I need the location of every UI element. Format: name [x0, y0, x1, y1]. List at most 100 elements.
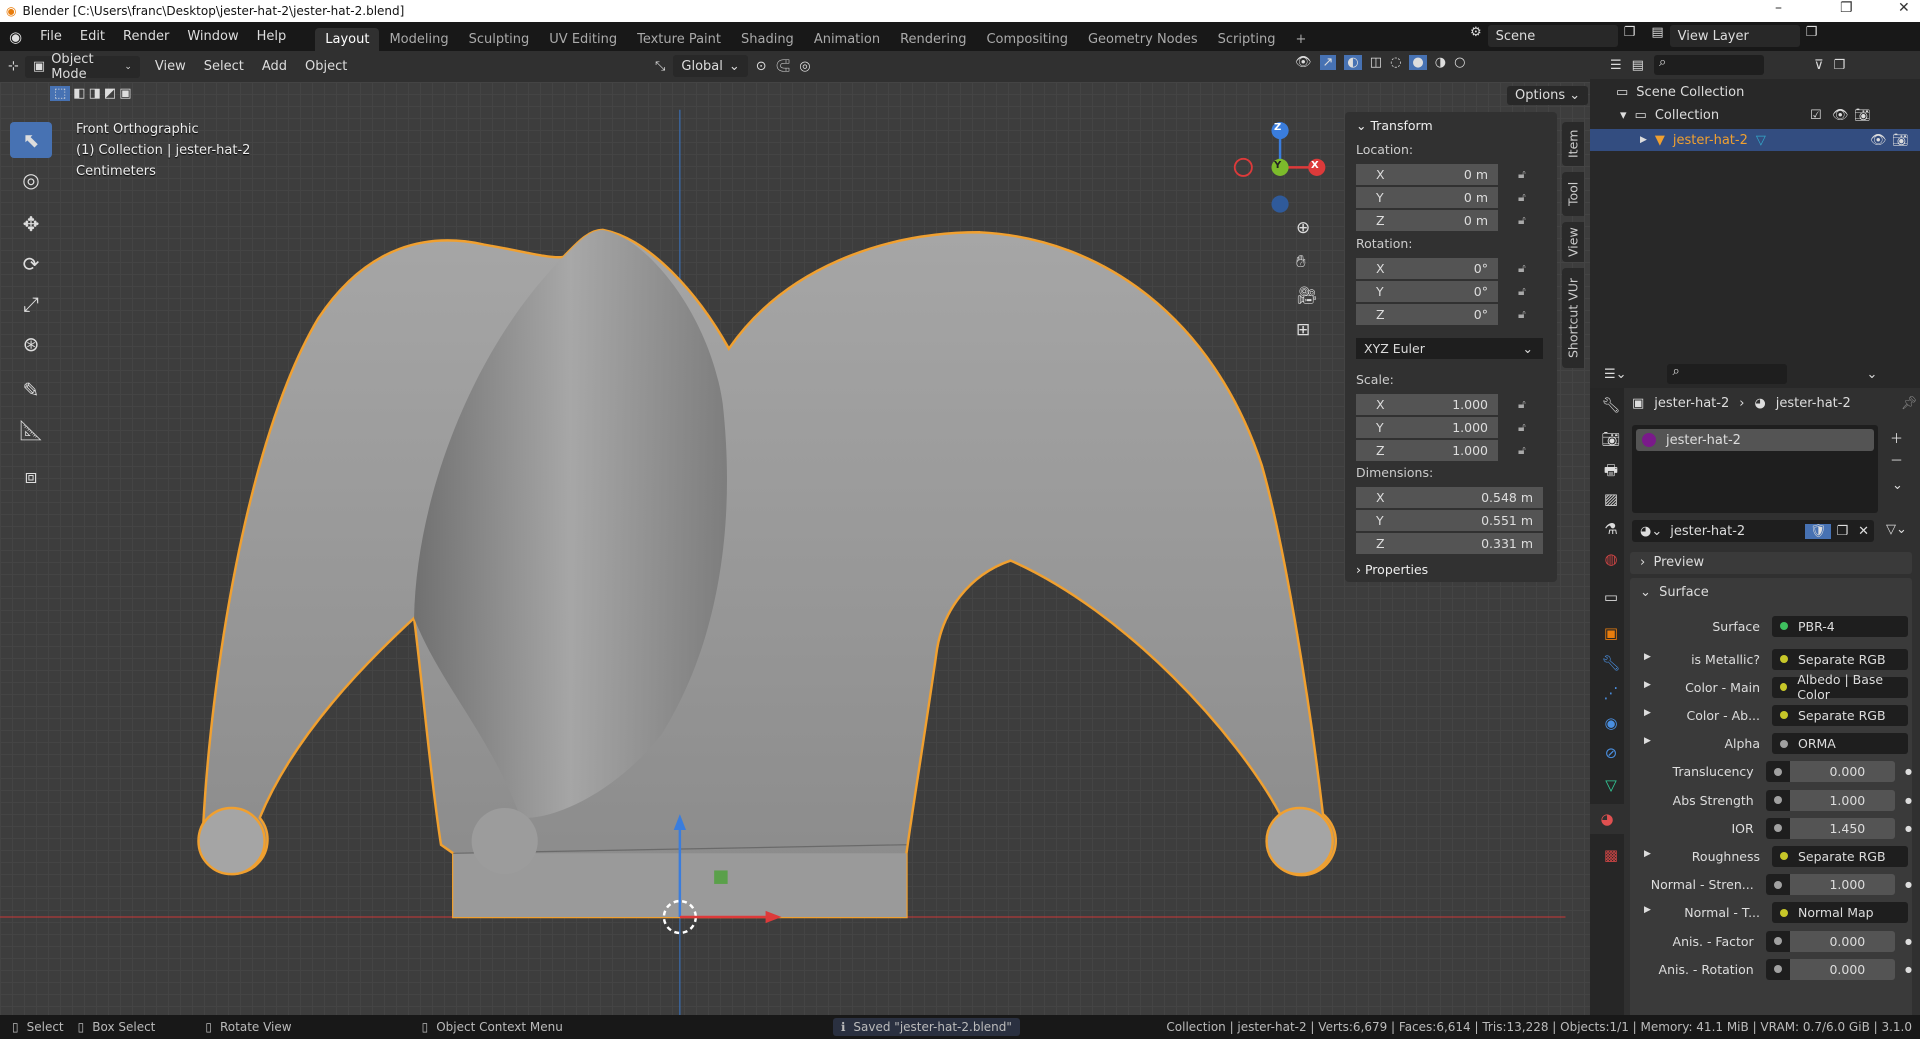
gizmo-x-label[interactable]: X — [1311, 160, 1319, 171]
collection-tab-icon[interactable]: ▭ — [1600, 588, 1622, 610]
socket-icon[interactable] — [1765, 817, 1790, 839]
material-tab-icon[interactable]: ◕ — [1590, 804, 1624, 834]
input-link-selector[interactable]: Albedo | Base Color — [1772, 672, 1908, 702]
add-cube-tool-icon[interactable]: ⧈ — [10, 458, 52, 494]
world-tab-icon[interactable]: ◍ — [1600, 550, 1622, 572]
material-slot[interactable]: jester-hat-2 — [1636, 429, 1874, 451]
workspace-tab-sculpting[interactable]: Sculpting — [459, 28, 540, 51]
outliner-display-mode-icon[interactable]: ☰ — [1610, 58, 1622, 73]
socket-icon[interactable] — [1765, 789, 1790, 811]
menu-render[interactable]: Render — [114, 29, 178, 44]
sidebar-tab-view[interactable]: View — [1562, 222, 1584, 262]
render-tab-icon[interactable]: 📷︎ — [1600, 430, 1622, 452]
annotate-tool-icon[interactable]: ✎ — [10, 372, 52, 408]
gizmo-y-label[interactable]: Y — [1274, 160, 1281, 171]
location-y-field[interactable]: Y 0 m — [1356, 187, 1498, 208]
input-link-selector[interactable]: PBR-4 — [1772, 615, 1908, 637]
measure-tool-icon[interactable]: 📐︎ — [10, 412, 52, 448]
select-intersect-icon[interactable]: ▣ — [119, 86, 131, 101]
menu-file[interactable]: File — [31, 29, 71, 44]
view-layer-selector[interactable]: View Layer — [1669, 25, 1800, 47]
socket-icon[interactable] — [1780, 908, 1788, 917]
rotation-z-field[interactable]: Z 0° — [1356, 304, 1498, 325]
workspace-tab-texture-paint[interactable]: Texture Paint — [627, 28, 731, 51]
outliner-filter-type-icon[interactable]: ▤ — [1632, 58, 1644, 73]
select-box-tool-icon[interactable]: ⬉ — [10, 122, 52, 158]
unlock-icon[interactable]: 🔓︎ — [1518, 190, 1526, 205]
checkbox-icon[interactable]: ☑ — [1810, 108, 1822, 123]
keyframe-dot-icon[interactable]: ● — [1905, 965, 1912, 974]
eye-icon[interactable]: 👁︎ — [1832, 108, 1849, 123]
sidebar-tab-tool[interactable]: Tool — [1562, 172, 1584, 216]
view-layer-tab-icon[interactable]: ▨ — [1600, 490, 1622, 512]
location-x-field[interactable]: X 0 m — [1356, 164, 1498, 185]
workspace-tab-shading[interactable]: Shading — [731, 28, 804, 51]
modifier-tab-icon[interactable]: 🔧︎ — [1600, 654, 1622, 676]
transform-tool-icon[interactable]: ⊛ — [10, 326, 52, 362]
workspace-tab-scripting[interactable]: Scripting — [1208, 28, 1286, 51]
render-camera-icon[interactable]: 📷︎ — [1892, 133, 1909, 148]
rotation-x-field[interactable]: X 0° — [1356, 258, 1498, 279]
move-tool-icon[interactable]: ✥ — [10, 206, 52, 242]
outliner-collection[interactable]: ▾ ▭ Collection ☑ 👁︎ 📷︎ — [1620, 108, 1920, 123]
pan-hand-icon[interactable]: ✋︎ — [1296, 252, 1318, 272]
outliner-object-row[interactable]: ▶ ▼ jester-hat-2 ▽ 👁︎ 📷︎ — [1590, 129, 1920, 151]
slot-specials-icon[interactable]: ⌄ — [1892, 478, 1903, 493]
add-slot-icon[interactable]: ＋ — [1890, 428, 1903, 447]
socket-icon[interactable] — [1765, 761, 1790, 783]
expand-triangle-icon[interactable]: ▶ — [1644, 652, 1651, 662]
material-name-input[interactable]: jester-hat-2 — [1670, 524, 1805, 539]
select-subtract-icon[interactable]: ◨ — [89, 86, 101, 101]
tool-tab-icon[interactable]: 🔧︎ — [1600, 396, 1622, 418]
scene-selector[interactable]: Scene — [1487, 25, 1618, 47]
workspace-tab-rendering[interactable]: Rendering — [890, 28, 976, 51]
socket-icon[interactable] — [1780, 683, 1788, 692]
options-button[interactable]: Options ⌄ — [1507, 86, 1589, 105]
scale-x-field[interactable]: X 1.000 — [1356, 394, 1498, 415]
dimensions-y-field[interactable]: Y 0.551 m — [1356, 510, 1543, 531]
menu-window[interactable]: Window — [178, 29, 247, 44]
input-link-selector[interactable]: Separate RGB — [1772, 648, 1908, 670]
dimensions-z-field[interactable]: Z 0.331 m — [1356, 533, 1543, 554]
input-link-selector[interactable]: Separate RGB — [1772, 704, 1908, 726]
keyframe-dot-icon[interactable]: ● — [1905, 824, 1912, 833]
remove-slot-icon[interactable]: － — [1890, 450, 1903, 469]
workspace-tab-layout[interactable]: Layout — [315, 28, 380, 51]
zoom-icon[interactable]: ⊕ — [1296, 218, 1318, 238]
new-scene-icon[interactable]: ❐ — [1624, 25, 1636, 47]
new-view-layer-icon[interactable]: ❐ — [1806, 25, 1818, 47]
view-layer-icon[interactable]: ▤ — [1651, 25, 1663, 47]
surface-panel-header[interactable]: ⌄ Surface — [1640, 582, 1709, 604]
gizmo-z-label[interactable]: Z — [1274, 122, 1281, 133]
socket-icon[interactable] — [1765, 958, 1790, 980]
constraints-tab-icon[interactable]: ⊘ — [1600, 744, 1622, 766]
unlock-icon[interactable]: 🔓︎ — [1518, 420, 1526, 435]
unlock-icon[interactable]: 🔓︎ — [1518, 284, 1526, 299]
properties-search-input[interactable]: ⌕ — [1666, 364, 1787, 384]
input-value-field[interactable]: 1.450 — [1765, 817, 1896, 839]
select-new-icon[interactable]: ⬚ — [50, 86, 71, 101]
unlock-icon[interactable]: 🔓︎ — [1518, 307, 1526, 322]
socket-icon[interactable] — [1765, 930, 1790, 952]
input-link-selector[interactable]: Normal Map — [1772, 902, 1908, 924]
input-link-selector[interactable]: ORMA — [1772, 733, 1908, 755]
sidebar-tab-item[interactable]: Item — [1562, 122, 1584, 166]
expand-icon[interactable]: ▾ — [1620, 108, 1627, 123]
ortho-grid-icon[interactable]: ⊞ — [1296, 320, 1318, 340]
rotate-tool-icon[interactable]: ⟳ — [10, 246, 52, 282]
texture-tab-icon[interactable]: ▩ — [1600, 846, 1622, 868]
keyframe-dot-icon[interactable]: ● — [1905, 937, 1912, 946]
socket-icon[interactable] — [1780, 622, 1788, 630]
socket-icon[interactable] — [1780, 655, 1788, 663]
rotation-y-field[interactable]: Y 0° — [1356, 281, 1498, 302]
workspace-tab-modeling[interactable]: Modeling — [379, 28, 458, 51]
pin-icon[interactable]: 📌︎ — [1901, 396, 1918, 411]
workspace-tab-uv-editing[interactable]: UV Editing — [539, 28, 627, 51]
menu-help[interactable]: Help — [248, 29, 296, 44]
unlock-icon[interactable]: 🔓︎ — [1518, 397, 1526, 412]
outliner-search-input[interactable]: ⌕ — [1653, 55, 1764, 75]
material-selector[interactable]: ◕⌄ jester-hat-2 🛡︎ ❐ ✕ — [1632, 520, 1874, 542]
socket-icon[interactable] — [1765, 874, 1790, 896]
expand-triangle-icon[interactable]: ▶ — [1644, 905, 1651, 915]
scene-icon[interactable]: ⚙ — [1470, 25, 1482, 47]
